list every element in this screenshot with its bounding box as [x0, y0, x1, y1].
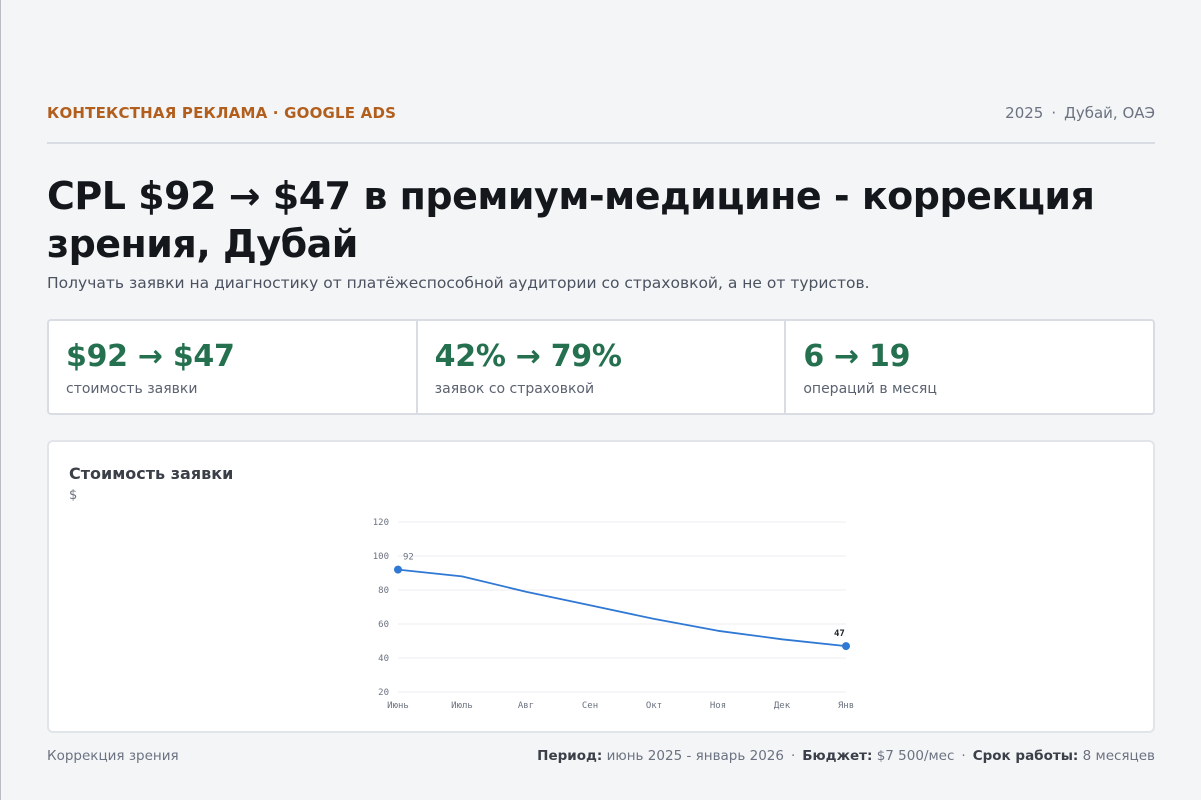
- y-tick-label: 60: [378, 620, 389, 630]
- meta-info: 2025 · Дубай, ОАЭ: [1005, 104, 1155, 122]
- stat-operations: 6 → 19 операций в месяц: [786, 321, 1153, 413]
- location-label: Дубай, ОАЭ: [1064, 104, 1155, 122]
- stat-value: 42% → 79%: [434, 339, 622, 374]
- stat-cost: $92 → $47 стоимость заявки: [49, 321, 418, 413]
- stat-value: $92 → $47: [66, 339, 235, 374]
- y-tick-label: 100: [373, 552, 389, 562]
- term-label: Срок работы:: [972, 748, 1079, 764]
- x-tick-label: Ноя: [710, 701, 726, 711]
- budget-label: Бюджет:: [802, 748, 873, 764]
- stat-label: заявок со страховкой: [434, 381, 595, 397]
- y-tick-label: 20: [378, 688, 389, 698]
- footer-service: Коррекция зрения: [47, 748, 179, 764]
- period-value: июнь 2025 - январь 2026: [606, 748, 784, 764]
- footer: Коррекция зрения Период: июнь 2025 - янв…: [47, 748, 1155, 768]
- stat-insurance: 42% → 79% заявок со страховкой: [418, 321, 787, 413]
- period-label: Период:: [537, 748, 603, 764]
- data-label: 92: [403, 553, 414, 563]
- footer-details: Период: июнь 2025 - январь 2026 · Бюджет: …: [537, 748, 1155, 764]
- x-tick-label: Июль: [451, 701, 473, 711]
- stat-label: стоимость заявки: [66, 381, 198, 397]
- page-title: CPL $92 → $47 в премиум-медицине - корре…: [47, 174, 1095, 266]
- x-tick-label: Янв: [838, 701, 854, 711]
- stat-label: операций в месяц: [803, 381, 937, 397]
- page-subtitle: Получать заявки на диагностику от платёж…: [47, 274, 870, 292]
- data-point: [394, 565, 402, 574]
- data-label: 47: [834, 629, 845, 639]
- stat-value: 6 → 19: [803, 339, 911, 374]
- budget-value: $7 500/мес: [876, 748, 955, 764]
- chart-card: Стоимость заявки $ 20 40 60 80 100 120 Июнь Июл…: [47, 440, 1155, 733]
- x-tick-label: Авг: [518, 701, 534, 711]
- y-tick-label: 120: [373, 518, 389, 528]
- y-tick-label: 40: [378, 654, 389, 664]
- meta-separator: ·: [1051, 104, 1057, 122]
- term-value: 8 месяцев: [1082, 748, 1155, 764]
- stats-panel: $92 → $47 стоимость заявки 42% → 79% зая…: [47, 319, 1155, 415]
- category-tag: КОНТЕКСТНАЯ РЕКЛАМА · GOOGLE ADS: [47, 104, 397, 122]
- footer-separator: ·: [790, 748, 796, 764]
- cpl-line-chart: 20 40 60 80 100 120 Июнь Июль Авг Сен Окт Ноя Дек Янв…: [373, 518, 854, 711]
- x-tick-label: Сен: [582, 701, 598, 711]
- series-line: [397, 568, 847, 647]
- x-tick-label: Окт: [646, 701, 662, 711]
- footer-separator: ·: [961, 748, 966, 764]
- top-bar: КОНТЕКСТНАЯ РЕКЛАМА · GOOGLE ADS 2025 · Ду…: [47, 104, 1155, 144]
- x-tick-label: Июнь: [387, 701, 409, 711]
- year-label: 2025: [1005, 104, 1044, 122]
- data-point: [842, 642, 850, 651]
- x-tick-label: Дек: [774, 701, 791, 711]
- y-tick-label: 80: [378, 586, 389, 596]
